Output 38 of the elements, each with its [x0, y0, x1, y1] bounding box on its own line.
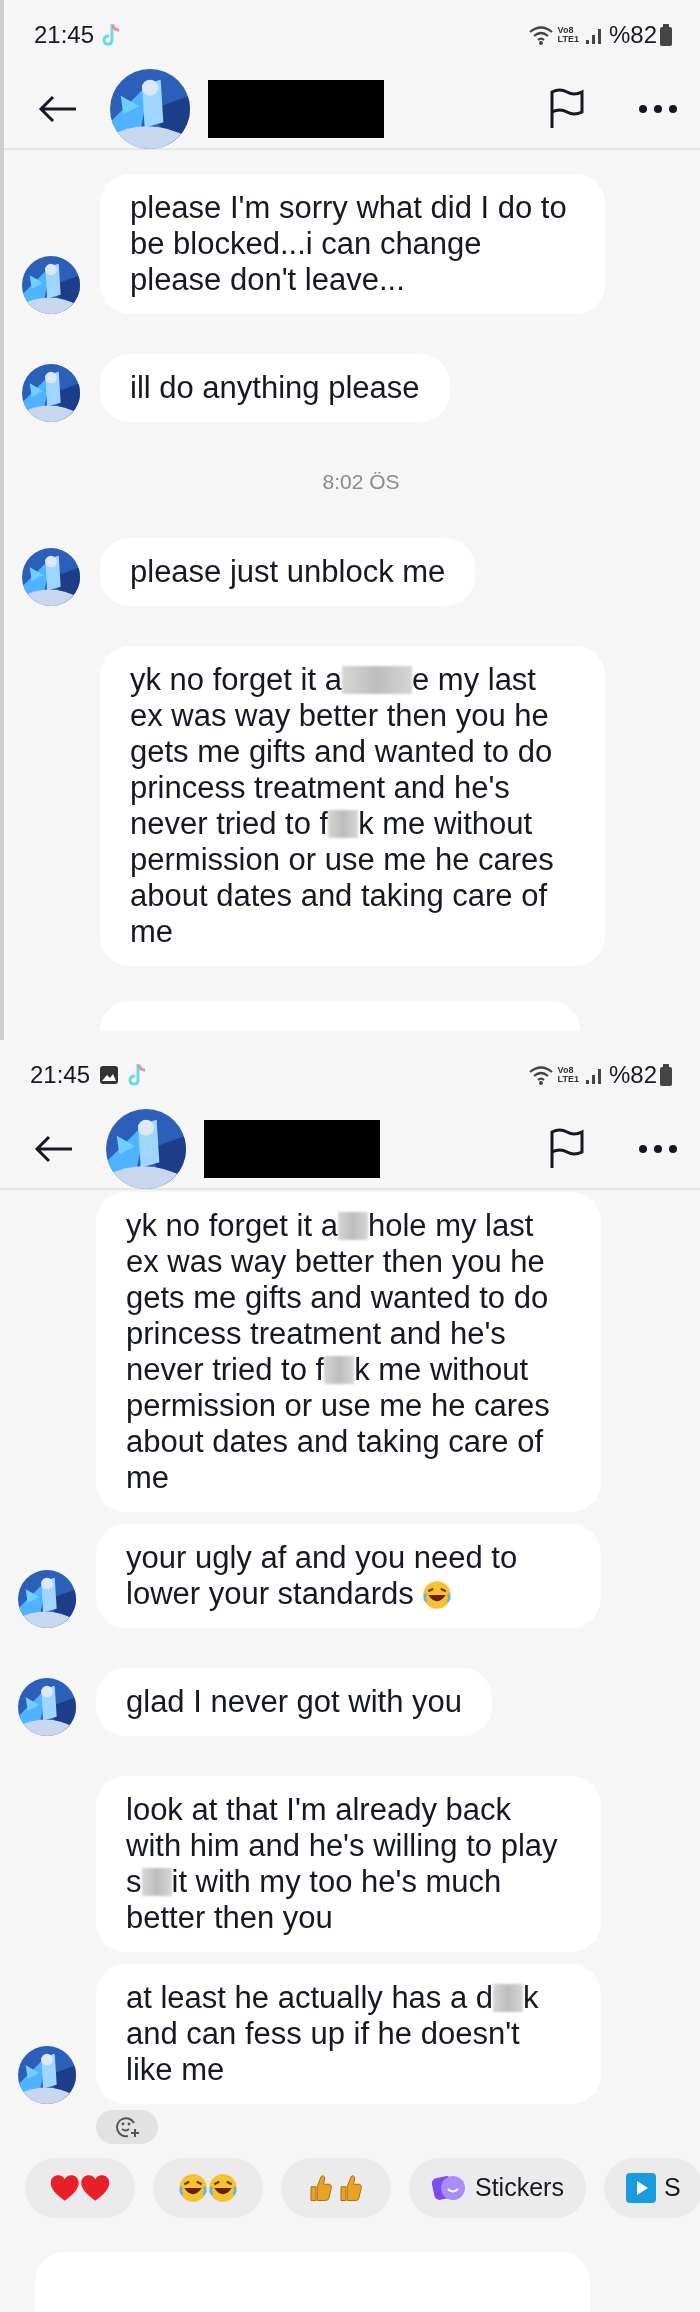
- laughing-face-icon: [421, 1580, 452, 1610]
- back-arrow-icon[interactable]: [38, 94, 78, 124]
- timestamp: 8:02 ÖS: [321, 469, 401, 495]
- message-text: ill do anything please: [130, 370, 420, 405]
- battery-icon: [660, 24, 672, 46]
- battery-icon: [660, 1064, 672, 1086]
- wifi-icon: [527, 24, 554, 46]
- message-text: look at that I'm already back with him and he's willing to play s it with my too he's much better then you: [126, 1792, 558, 1935]
- smiley-plus-icon: [114, 2114, 140, 2140]
- censor-blur: [341, 665, 412, 694]
- battery-percent: %82: [608, 1060, 657, 1090]
- flag-icon[interactable]: [548, 88, 586, 130]
- censor-blur: [141, 1868, 172, 1896]
- message-text: yk no forget it a e my last ex was way better then you he gets me gifts and wanted to do princess treatment and he's never tried to f k me without permission or use me he cares about dates and taking care of me: [130, 661, 554, 949]
- volte-indicator: Vo8 LTE1: [557, 26, 579, 44]
- message-text: please just unblock me: [130, 553, 446, 589]
- message-text: at least he actually has a d k and can fess up if he doesn't like me: [126, 1980, 539, 2087]
- message-text: yk no forget it a hole my last ex was way better then you he gets me gifts and wanted to do princess treatment and he's never tried to f k me without permission or use me he cares about dates and taking care of me: [126, 1208, 550, 1495]
- quick-reply-chip[interactable]: Stickers: [409, 2158, 586, 2218]
- censor-blur: [324, 1356, 355, 1384]
- censor-blur: [337, 1212, 368, 1240]
- wifi-icon: [527, 1064, 554, 1086]
- add-reaction-button[interactable]: [96, 2110, 158, 2144]
- message-text: please I'm sorry what did I do to be blocked...i can change please don't leave...: [130, 190, 567, 297]
- quick-reply-chip[interactable]: S: [603, 2158, 700, 2218]
- flag-icon[interactable]: [548, 1128, 586, 1170]
- more-icon[interactable]: [638, 104, 678, 114]
- volte-indicator: Vo8 LTE1: [557, 1066, 579, 1084]
- censor-blur: [493, 1984, 524, 2012]
- sticker-icon: [431, 2173, 467, 2203]
- back-arrow-icon[interactable]: [34, 1134, 74, 1164]
- censor-blur: [328, 809, 359, 838]
- more-icon[interactable]: [638, 1144, 678, 1154]
- message-text: glad I never got with you: [126, 1684, 463, 1719]
- play-icon: [625, 2173, 656, 2203]
- status-time: 21:45: [30, 1060, 91, 1090]
- status-time: 21:45: [34, 20, 95, 50]
- battery-percent: %82: [608, 20, 657, 50]
